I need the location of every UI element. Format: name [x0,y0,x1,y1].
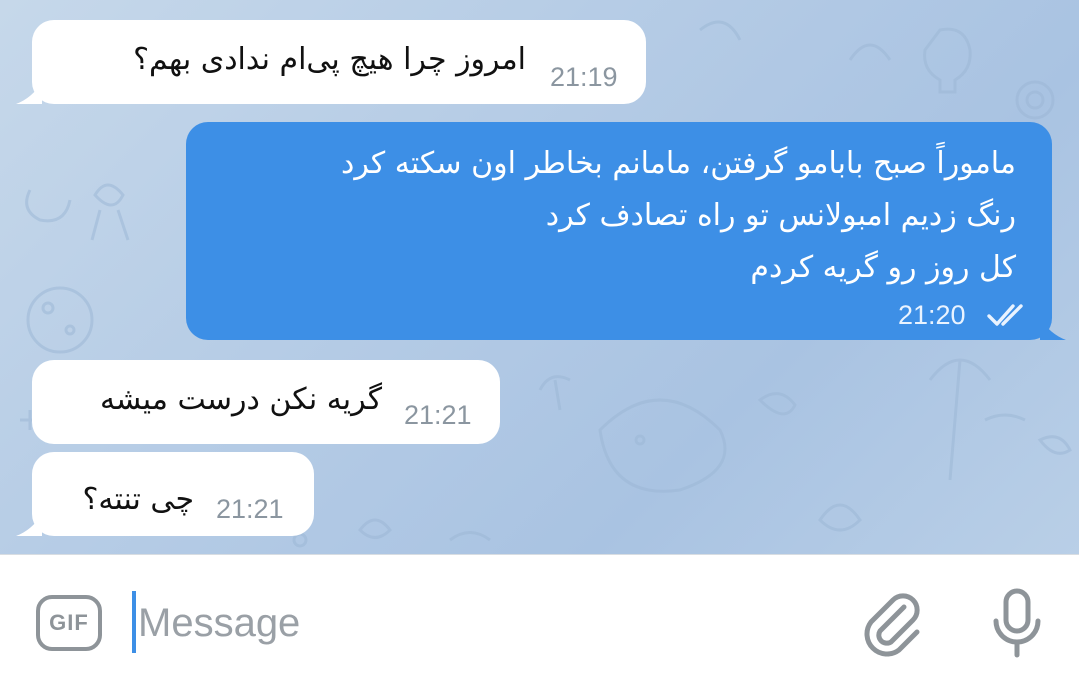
bubble-tail [16,514,42,536]
message-time: 21:21 [216,494,284,524]
chat-screen: امروز چرا هیچ پی‌ام ندادی بهم؟ 21:19 مام… [0,0,1079,679]
text-caret [132,591,136,653]
bubble-tail [1040,318,1066,340]
message-bubble-outgoing[interactable]: ماموراً صبح بابامو گرفتن، مامانم بخاطر ا… [186,122,1066,340]
message-text-line: رنگ زدیم امبولانس تو راه تصادف کرد [545,198,1016,233]
message-bubble-incoming[interactable]: امروز چرا هیچ پی‌ام ندادی بهم؟ 21:19 [16,20,646,104]
paperclip-icon[interactable] [860,589,926,657]
gif-button[interactable]: GIF [36,595,102,651]
microphone-icon[interactable] [988,587,1046,659]
message-time: 21:20 [898,300,966,330]
message-text: امروز چرا هیچ پی‌ام ندادی بهم؟ [133,42,526,77]
gif-label: GIF [49,610,89,635]
bubble-tail [16,82,42,104]
message-bubble-incoming[interactable]: چی تنته؟ 21:21 [16,452,314,536]
message-text: گریه نکن درست میشه [99,382,382,417]
message-bubble-incoming[interactable]: گریه نکن درست میشه 21:21 [32,360,500,444]
message-text-line: کل روز رو گریه کردم [750,250,1016,285]
message-input[interactable] [138,595,798,651]
message-text-line: ماموراً صبح بابامو گرفتن، مامانم بخاطر ا… [341,146,1016,181]
message-text: چی تنته؟ [82,482,194,517]
message-time: 21:21 [404,400,472,430]
message-composer: GIF [0,554,1079,679]
double-check-icon [987,304,1023,326]
message-time: 21:19 [550,62,618,92]
chat-message-area[interactable]: امروز چرا هیچ پی‌ام ندادی بهم؟ 21:19 مام… [0,0,1079,554]
